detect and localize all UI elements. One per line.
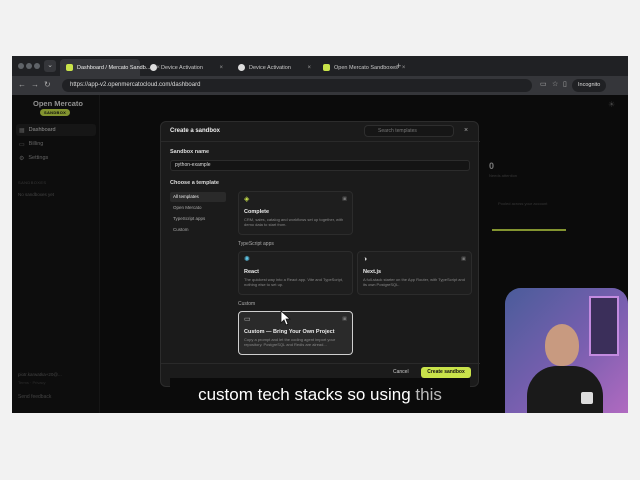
new-tab-icon[interactable]: +: [396, 61, 401, 71]
webcam-overlay: [505, 288, 628, 413]
template-search-input[interactable]: Search templates: [364, 125, 454, 137]
filter-all-templates[interactable]: All templates: [170, 192, 226, 202]
presenter-head: [545, 324, 579, 366]
mercato-favicon-icon: [323, 64, 330, 71]
template-card-complete[interactable]: ◈ ▣ Complete CRM, sales, catalog and wor…: [238, 191, 353, 235]
browser-tab-sandboxes[interactable]: Open Mercato Sandboxes ×: [317, 59, 405, 76]
sandbox-name-input[interactable]: python-example: [170, 160, 470, 171]
divider: [161, 141, 480, 142]
mercato-favicon-icon: [66, 64, 73, 71]
template-card-nextjs[interactable]: ◑ ▣ Next.js A full-stack starter on the …: [357, 251, 472, 295]
forward-icon[interactable]: →: [31, 80, 39, 89]
bookmark-star-icon[interactable]: ☆: [552, 80, 558, 88]
minimize-window-dot[interactable]: [26, 63, 32, 69]
zoom-window-dot[interactable]: [34, 63, 40, 69]
filter-custom[interactable]: Custom: [170, 225, 226, 235]
install-app-icon[interactable]: ▭: [540, 80, 547, 88]
browser-tab-dashboard[interactable]: Dashboard / Mercato Sandb... ×: [60, 59, 160, 76]
url-input[interactable]: https://app-v2.openmercatocloud.com/dash…: [62, 79, 532, 92]
close-tab-icon[interactable]: ×: [307, 65, 311, 71]
sandbox-name-label: Sandbox name: [170, 149, 210, 155]
presenter-mug: [581, 392, 593, 404]
section-typescript-apps: TypeScript apps: [238, 241, 274, 247]
cancel-button[interactable]: Cancel: [393, 367, 409, 377]
bookmark-icon[interactable]: ▣: [461, 256, 466, 262]
video-caption: custom tech stacks so using this: [170, 378, 470, 412]
react-icon: ✺: [244, 256, 250, 263]
tab-search-icon[interactable]: ⌄: [44, 60, 56, 72]
webcam-shelf: [589, 296, 619, 356]
template-card-custom[interactable]: ▭ ▣ Custom — Bring Your Own Project Copy…: [238, 311, 353, 355]
screen: ⌄ Dashboard / Mercato Sandb... × Device …: [12, 56, 628, 413]
close-window-dot[interactable]: [18, 63, 24, 69]
bookmark-icon[interactable]: ▣: [342, 196, 347, 202]
close-tab-icon[interactable]: ×: [402, 65, 406, 71]
close-tab-icon[interactable]: ×: [219, 65, 223, 71]
browser-tab-bar: ⌄ Dashboard / Mercato Sandb... × Device …: [12, 56, 628, 76]
mouse-cursor-icon: [280, 310, 292, 326]
github-favicon-icon: [238, 64, 245, 71]
github-favicon-icon: [150, 64, 157, 71]
sidepanel-icon[interactable]: ▯: [563, 80, 567, 88]
filter-typescript-apps[interactable]: TypeScript apps: [170, 214, 226, 224]
filter-open-mercato[interactable]: Open Mercato: [170, 203, 226, 213]
bookmark-icon[interactable]: ▣: [342, 316, 347, 322]
reload-icon[interactable]: ↻: [44, 80, 51, 89]
browser-tab-device-activation-2[interactable]: Device Activation ×: [232, 59, 317, 76]
dialog-title: Create a sandbox: [170, 128, 221, 134]
template-card-react[interactable]: ✺ React The quickest way into a React ap…: [238, 251, 353, 295]
dialog-footer-divider: [161, 363, 480, 364]
incognito-badge[interactable]: Incognito: [572, 79, 607, 92]
browser-tab-device-activation-1[interactable]: Device Activation ×: [144, 59, 229, 76]
create-sandbox-dialog: Create a sandbox ⌕ Search templates × Sa…: [160, 121, 480, 387]
create-sandbox-button[interactable]: Create sandbox: [421, 367, 471, 378]
nextjs-icon: ◑: [363, 256, 368, 263]
presenter-body: [527, 366, 603, 413]
section-custom: Custom: [238, 301, 256, 307]
folder-icon: ▭: [244, 316, 251, 323]
close-icon[interactable]: ×: [464, 127, 468, 134]
cube-icon: ◈: [244, 196, 250, 203]
address-bar: ← → ↻ https://app-v2.openmercatocloud.co…: [12, 76, 628, 95]
choose-template-label: Choose a template: [170, 180, 219, 186]
back-icon[interactable]: ←: [18, 80, 26, 89]
